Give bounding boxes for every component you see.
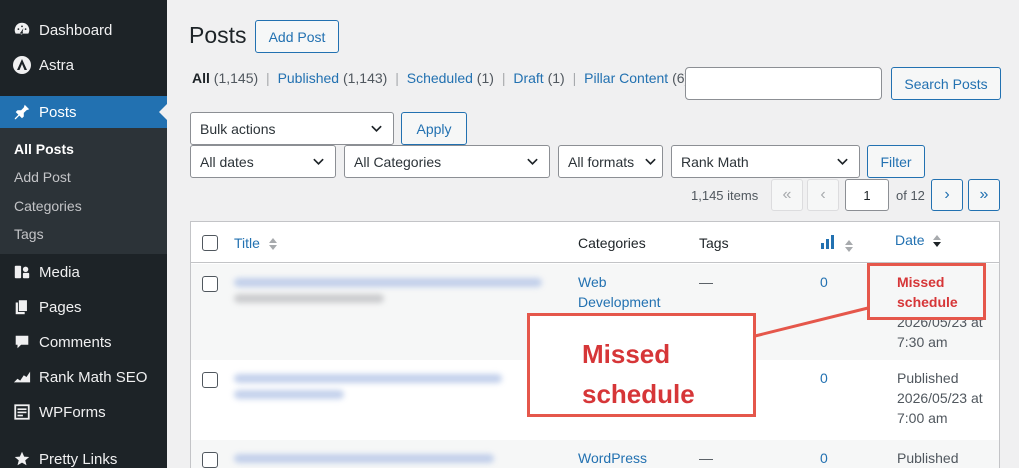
annotation-line: Missed	[582, 339, 671, 369]
annotation-line: schedule	[582, 379, 695, 409]
annotation-callout-text: Missed schedule	[582, 334, 695, 414]
annotation-highlight-box	[867, 263, 986, 320]
annotation-connector	[754, 306, 869, 338]
annotation-callout-box: Missed schedule	[527, 313, 756, 417]
